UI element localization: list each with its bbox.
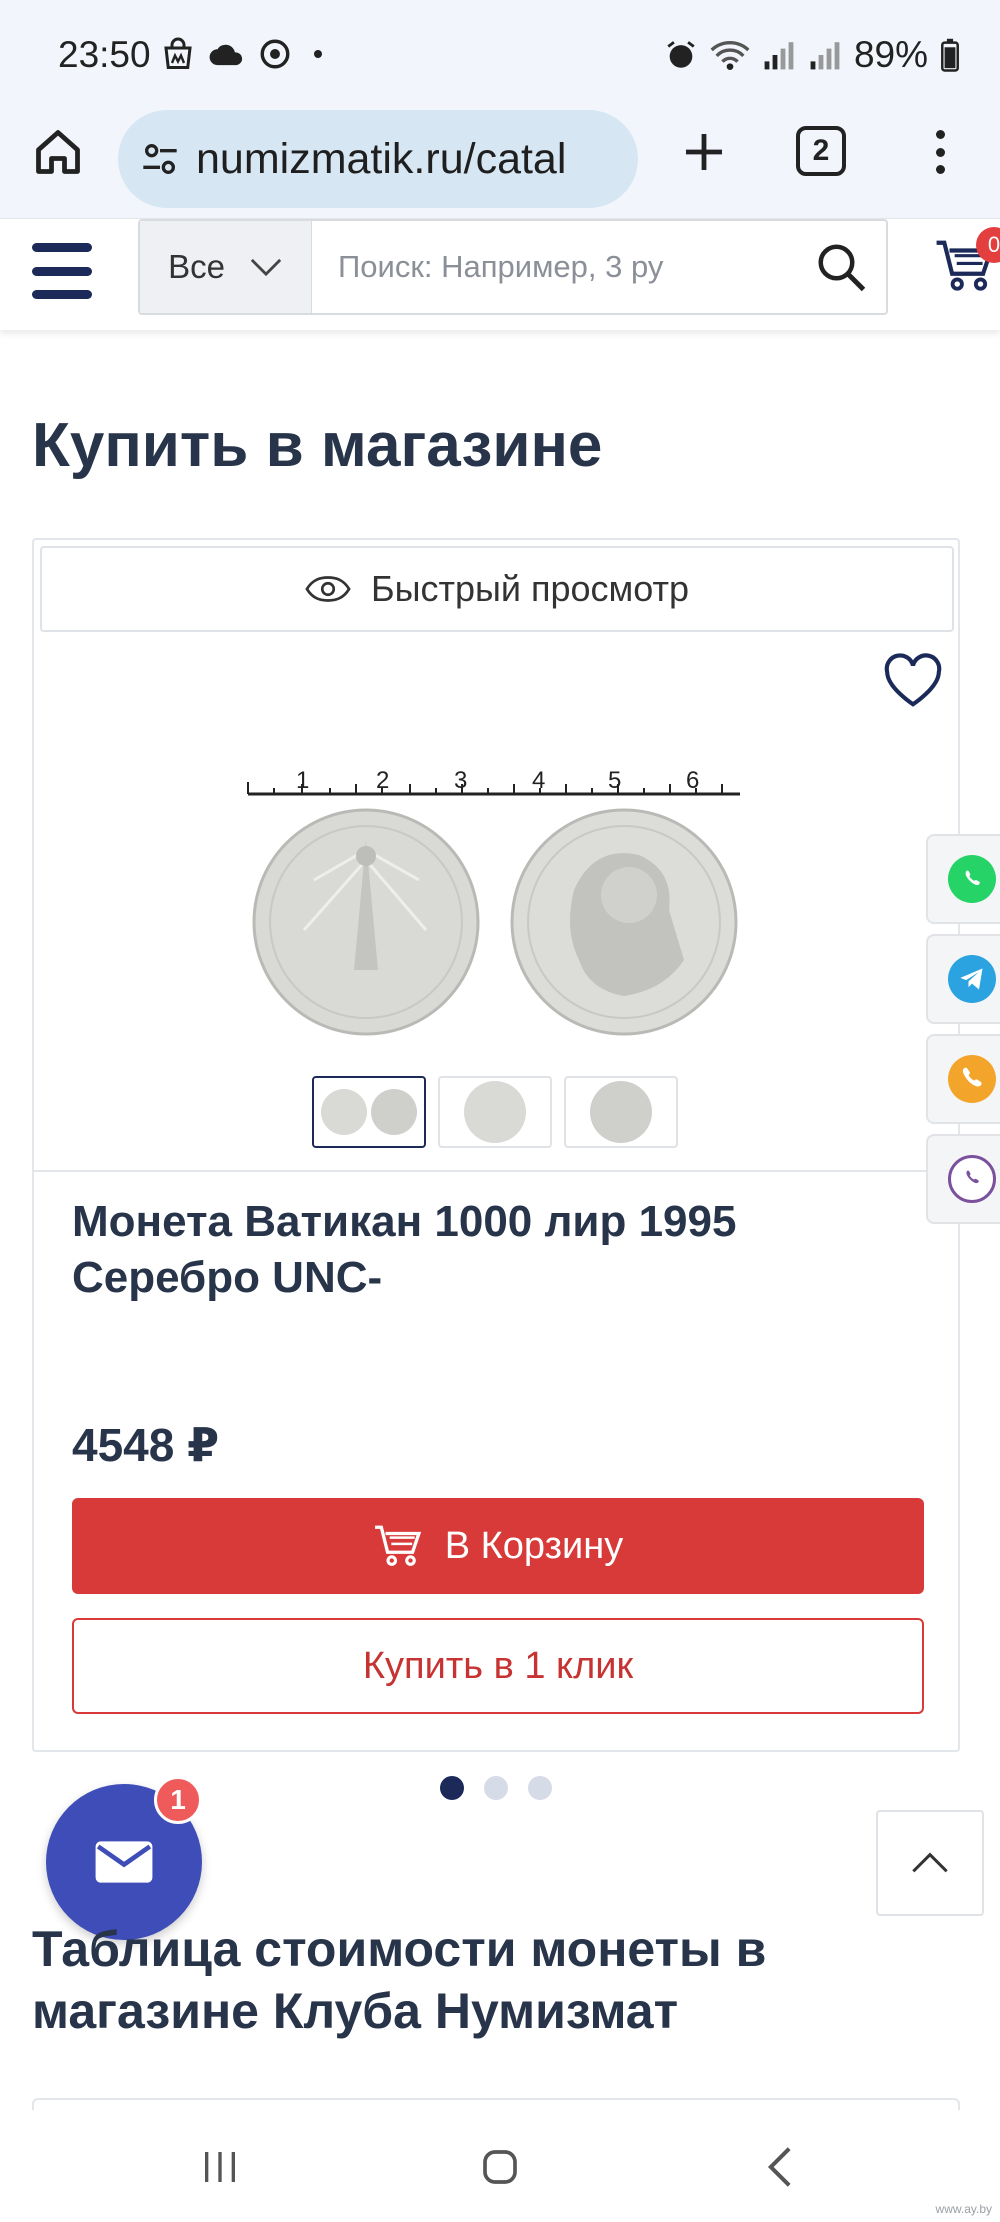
status-notification-icons [160,36,322,72]
product-title[interactable]: Монета Ватикан 1000 лир 1995 Серебро UNC… [72,1194,892,1306]
pagination-dot-3[interactable] [528,1776,552,1800]
eye-icon [305,576,351,602]
chat-button[interactable]: 1 [46,1776,202,1940]
alarm-icon [667,41,695,68]
telegram-button[interactable] [926,934,1000,1024]
pagination-dot-1[interactable] [440,1776,464,1800]
signal-icon [764,42,794,70]
wifi-icon [710,41,750,70]
menu-dot [935,147,945,157]
telegram-icon [948,955,996,1003]
search-input[interactable] [312,221,796,313]
coin-reverse [252,808,480,1036]
add-to-cart-button[interactable]: В Корзину [72,1498,924,1594]
site-settings-icon[interactable] [140,139,180,179]
ruler-label: 1 [296,767,309,794]
search-category-label: Все [168,248,225,285]
search-button[interactable] [796,221,886,313]
thumb-coin [321,1089,367,1135]
back-button[interactable] [750,2140,810,2194]
thumb-coin [590,1081,652,1143]
buy-one-click-button[interactable]: Купить в 1 клик [72,1618,924,1714]
battery-percent: 89% [853,34,928,75]
signal-icon-sim2 [810,42,840,70]
thumb-coin [371,1089,417,1135]
phone-icon [948,1055,996,1103]
hamburger-line [32,290,92,299]
add-to-cart-label: В Корзину [444,1524,624,1567]
ruler-label: 4 [532,767,545,794]
whatsapp-icon [948,855,996,903]
thumbnail-2[interactable] [438,1076,552,1148]
thumbnail-1[interactable] [312,1076,426,1148]
browser-toolbar: numizmatik.ru/catal 2 [0,110,1000,218]
hamburger-line [32,243,92,252]
battery-icon [941,38,959,72]
ruler-ticks [247,782,723,794]
back-icon [767,2147,791,2187]
product-image[interactable]: 1 2 3 4 5 6 [244,760,744,1040]
watermark: www.ay.by [935,2202,992,2216]
favorite-button[interactable] [882,652,946,712]
address-bar[interactable]: numizmatik.ru/catal [118,110,638,208]
browser-menu-button[interactable] [920,120,960,184]
search-box: Все [138,219,888,315]
shopping-bag-icon [164,37,192,69]
chevron-up-icon [912,1852,948,1873]
chat-unread-badge: 1 [154,1776,202,1824]
product-card: Быстрый просмотр 1 2 3 4 5 6 Монета Вати… [32,538,960,1752]
site-header: Все 0 [0,218,1000,330]
coin-obverse [510,808,738,1036]
status-right-icons: 89% [664,34,960,76]
status-bar: 23:50 89% [0,0,1000,110]
section-title: Купить в магазине [32,411,603,480]
ruler-label: 2 [376,767,389,794]
cloud-icon [209,44,243,66]
heart-icon [884,653,942,707]
home-icon [36,130,80,174]
tab-switcher-button[interactable]: 2 [796,126,846,176]
search-category-select[interactable]: Все [140,221,312,313]
system-navigation-bar: www.ay.by [0,2110,1000,2222]
whatsapp-button[interactable] [926,834,1000,924]
product-thumbnails [312,1076,678,1148]
hamburger-menu-button[interactable] [32,243,92,299]
home-circle-icon [483,2150,517,2184]
thumbnail-3[interactable] [564,1076,678,1148]
recent-apps-icon [205,2152,235,2182]
menu-dot [935,130,945,139]
home-button[interactable] [26,120,90,184]
new-tab-button[interactable] [672,120,736,184]
ruler-label: 3 [454,767,467,794]
card-divider [34,1170,958,1172]
thumb-coin [464,1081,526,1143]
mail-icon [95,1841,153,1883]
home-nav-button[interactable] [470,2140,530,2194]
scroll-to-top-button[interactable] [876,1810,984,1916]
quick-view-button[interactable]: Быстрый просмотр [40,546,954,632]
hamburger-line [32,266,92,276]
ruler-label: 5 [608,767,621,794]
more-notifications-dot [314,50,322,58]
side-contact-buttons [926,834,1000,1224]
pagination-dot-2[interactable] [484,1776,508,1800]
ruler-label: 6 [686,767,699,794]
url-text: numizmatik.ru/catal [196,134,567,183]
quick-view-label: Быстрый просмотр [370,568,690,609]
menu-dot [935,165,945,174]
recent-apps-button[interactable] [190,2140,250,2194]
search-icon [818,244,866,292]
viber-button[interactable] [926,1134,1000,1224]
cart-icon [374,1525,421,1566]
product-price: 4548 ₽ [72,1419,220,1471]
price-table-title: Таблица стоимости монеты в магазине Клуб… [32,1921,767,2039]
chevron-down-icon [250,258,282,277]
carousel-pagination [440,1776,552,1800]
status-time: 23:50 [58,34,151,75]
viber-icon [948,1155,996,1203]
sync-icon [260,39,290,69]
plus-icon [686,134,722,170]
cart-button[interactable]: 0 [934,227,1000,301]
phone-button[interactable] [926,1034,1000,1124]
